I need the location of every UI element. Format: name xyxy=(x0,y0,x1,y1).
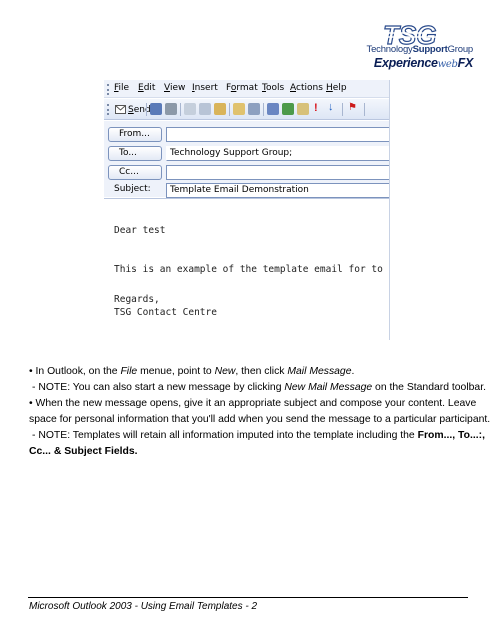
print-icon[interactable] xyxy=(165,103,177,115)
logo-group-text: TechnologySupportGroup xyxy=(366,44,474,55)
menu-grip xyxy=(107,84,109,95)
save-icon[interactable] xyxy=(150,103,162,115)
toolbar-grip xyxy=(107,104,109,115)
menu-insert[interactable]: Insert xyxy=(192,83,218,93)
toolbar-separator xyxy=(342,103,343,116)
body-closing: Regards, xyxy=(114,294,160,305)
instructions: • In Outlook, on the File menue, point t… xyxy=(29,364,491,460)
cc-button[interactable]: Cc... xyxy=(108,165,162,180)
menu-edit[interactable]: Edit xyxy=(138,83,155,93)
body-signature: TSG Contact Centre xyxy=(114,307,217,318)
instruction-note-1: - NOTE: You can also start a new message… xyxy=(32,382,486,393)
low-importance-icon[interactable]: ↓ xyxy=(328,101,334,113)
toolbar-separator xyxy=(146,103,147,116)
copy-icon[interactable] xyxy=(199,103,211,115)
toolbar-separator xyxy=(364,103,365,116)
subject-field[interactable]: Template Email Demonstration xyxy=(166,183,389,198)
message-body[interactable]: Dear test This is an example of the temp… xyxy=(104,198,389,340)
page-footer: Microsoft Outlook 2003 - Using Email Tem… xyxy=(29,601,258,612)
flag-icon[interactable]: ⚑ xyxy=(348,102,357,113)
check-names-icon[interactable] xyxy=(282,103,294,115)
menu-file[interactable]: File xyxy=(114,83,129,93)
outlook-message-screenshot: File Edit View Insert Format Tools Actio… xyxy=(104,80,390,340)
toolbar-separator xyxy=(229,103,230,116)
cut-icon[interactable] xyxy=(184,103,196,115)
menu-help[interactable]: Help xyxy=(326,83,347,93)
logo-experience-text: ExperiencewebFX xyxy=(373,56,473,70)
toolbar-separator xyxy=(180,103,181,116)
standard-toolbar: Send ! ↓ ⚑ xyxy=(104,99,389,120)
cc-field[interactable] xyxy=(166,165,389,180)
body-greeting: Dear test xyxy=(114,225,166,236)
menu-tools[interactable]: Tools xyxy=(262,83,284,93)
send-button[interactable]: Send xyxy=(112,102,154,117)
menu-bar: File Edit View Insert Format Tools Actio… xyxy=(104,80,389,98)
attach-file-icon[interactable] xyxy=(233,103,245,115)
high-importance-icon[interactable]: ! xyxy=(314,102,318,114)
send-envelope-icon xyxy=(115,105,126,114)
subject-label: Subject: xyxy=(114,184,151,194)
instruction-note-2-cont: Cc... & Subject Fields. xyxy=(29,446,138,457)
instruction-step-2-line-1: • When the new message opens, give it an… xyxy=(29,398,477,409)
menu-view[interactable]: View xyxy=(164,83,185,93)
options-icon[interactable] xyxy=(297,103,309,115)
menu-actions[interactable]: Actions xyxy=(290,83,323,93)
toolbar-separator xyxy=(263,103,264,116)
footer-rule xyxy=(28,597,468,598)
address-book-icon[interactable] xyxy=(267,103,279,115)
from-button[interactable]: From... xyxy=(108,127,162,142)
to-field[interactable]: Technology Support Group; xyxy=(166,146,389,161)
paste-icon[interactable] xyxy=(214,103,226,115)
instruction-step-1: • In Outlook, on the File menue, point t… xyxy=(29,366,355,377)
menu-format[interactable]: Format xyxy=(226,83,258,93)
instruction-step-2-line-2: space for personal information that you'… xyxy=(29,414,491,425)
tsg-logo: TSG TechnologySupportGroup Experienceweb… xyxy=(345,19,474,72)
to-button[interactable]: To... xyxy=(108,146,162,161)
instruction-note-2: - NOTE: Templates will retain all inform… xyxy=(32,430,485,441)
paperclip-icon[interactable] xyxy=(248,103,260,115)
from-field[interactable] xyxy=(166,127,389,142)
body-line: This is an example of the template email… xyxy=(114,264,389,275)
message-header-fields: From... To... Technology Support Group; … xyxy=(104,121,389,198)
